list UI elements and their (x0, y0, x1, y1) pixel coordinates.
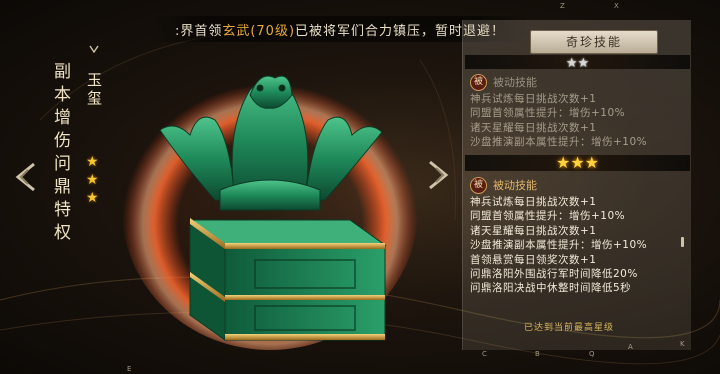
prev-item-arrow[interactable] (14, 162, 38, 192)
star-icon: ★ (86, 172, 99, 188)
key-hint: C (482, 350, 487, 358)
passive-badge-icon: 被 (470, 176, 487, 194)
skill-line: 同盟首领属性提升：增伤+10% (470, 210, 626, 223)
max-star-note: 已达到当前最高星级 (524, 323, 615, 333)
star-icon: ★ (86, 154, 99, 170)
key-hint: Z (560, 2, 565, 10)
skill-line: 神兵试炼每日挑战次数+1 (470, 196, 597, 208)
skill-line: 问鼎洛阳决战中休整时间降低5秒 (470, 282, 632, 295)
two-star-icons: ★★ (565, 56, 590, 71)
tier1-skill-lines: 神兵试炼每日挑战次数+1 同盟首领属性提升：增伤+10% 诸天星耀每日挑战次数+… (470, 92, 647, 150)
tier2-skill-title: 被动技能 (493, 179, 537, 192)
tier2-skill-lines: 神兵试炼每日挑战次数+1 同盟首领属性提升：增伤+10% 诸天星耀每日挑战次数+… (470, 195, 647, 296)
skill-line: 同盟首领属性提升：增伤+10% (470, 107, 626, 120)
item-name: 玉玺 (85, 72, 103, 108)
tier1-skill-header: 被 被动技能 (470, 73, 537, 91)
banner-prefix: :界首领 (174, 23, 223, 39)
key-hint: A (628, 343, 633, 351)
skill-line: 沙盘推演副本属性提升：增伤+10% (470, 239, 648, 252)
skill-line: 首领悬赏每日领奖次数+1 (470, 253, 597, 266)
next-item-arrow[interactable] (426, 160, 450, 190)
skill-line: 诸天星耀每日挑战次数+1 (470, 224, 597, 237)
tier-two-star-bar: ★★ (465, 55, 690, 71)
jade-seal-illustration (122, 70, 418, 350)
key-hint: X (614, 2, 619, 10)
skill-line: 沙盘推演副本属性提升：增伤+10% (470, 136, 648, 149)
skill-line: 神兵试炼每日挑战次数+1 (470, 93, 597, 105)
banner-boss-name: 玄武(70级) (222, 23, 296, 39)
star-icon: ★ (86, 190, 99, 206)
panel-scrollbar[interactable] (681, 237, 684, 247)
chevron-down-icon (89, 45, 99, 54)
key-hint: E (127, 365, 132, 373)
item-category-title: 副本增伤问鼎特权 (50, 62, 70, 246)
tier1-skill-title: 被动技能 (493, 76, 537, 89)
three-star-icons: ★★★ (555, 153, 600, 172)
skill-line: 问鼎洛阳外围战行军时间降低20% (470, 268, 638, 281)
skill-line: 诸天星耀每日挑战次数+1 (470, 121, 597, 134)
tier-three-star-bar: ★★★ (465, 155, 690, 171)
passive-badge-icon: 被 (470, 73, 487, 91)
key-hint: Q (589, 350, 595, 358)
key-hint: B (535, 350, 540, 358)
item-star-rating: ★ ★ ★ (86, 153, 102, 207)
tier2-skill-header: 被 被动技能 (470, 176, 537, 194)
tab-rare-skills[interactable]: 奇珍技能 (530, 30, 658, 54)
key-hint: K (680, 340, 685, 348)
